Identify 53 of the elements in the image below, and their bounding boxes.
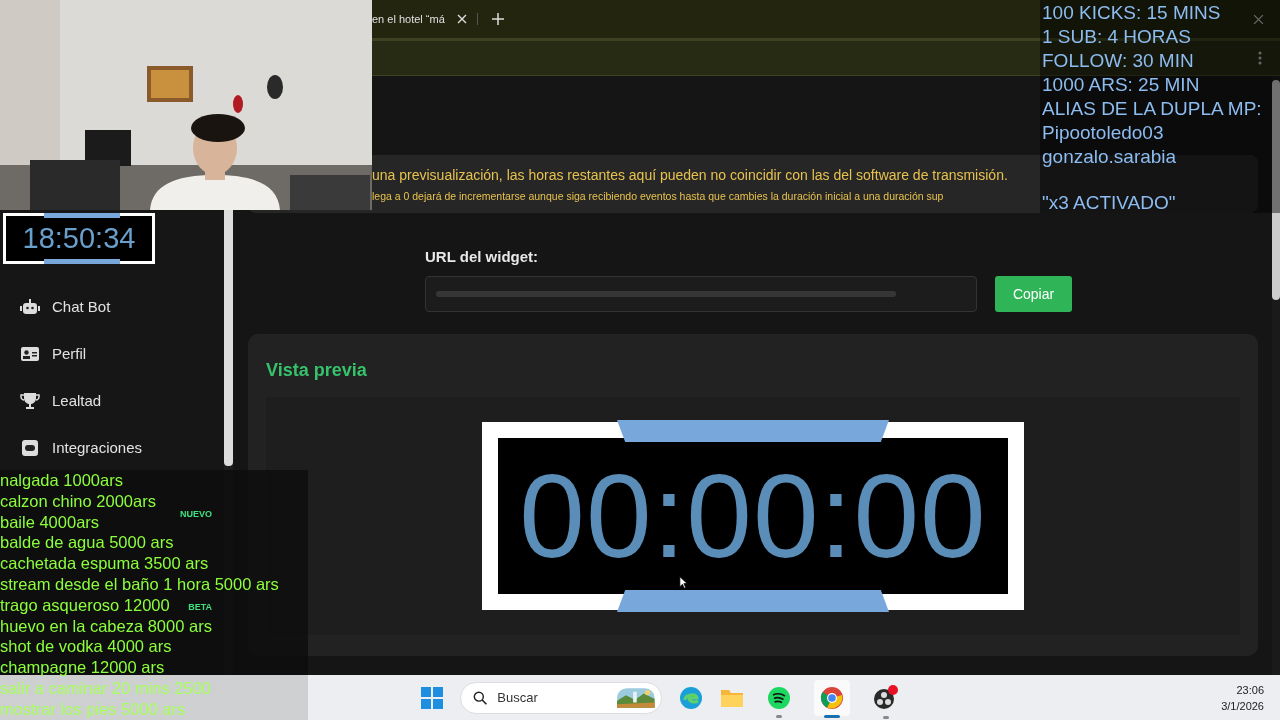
close-icon[interactable]: [456, 14, 467, 24]
badge-label: BETA: [188, 602, 212, 614]
sidebar-item[interactable]: Perfil: [20, 330, 224, 377]
music-app-icon[interactable]: [767, 685, 791, 710]
sidebar-item[interactable]: Lealtad: [20, 377, 224, 424]
price-list-line: nalgada 1000ars: [0, 470, 123, 491]
id-card-icon: [20, 344, 40, 363]
overlay-text: FOLLOW: 30 MIN: [1041, 49, 1194, 73]
overlay-text: Pipootoledo03: [1041, 121, 1164, 145]
notice-text: una previsualización, las horas restantes aquí pueden no coincidir con las del software de transmisión.: [372, 167, 1009, 183]
menu-icon[interactable]: [1258, 51, 1262, 65]
price-list-line: trago asqueroso 12000: [0, 594, 170, 616]
chat-bubble-icon: [20, 438, 40, 457]
overlay-text: 1000 ARS: 25 MIN: [1041, 73, 1200, 97]
price-list-line: salir a caminar 20 mins 2500: [0, 677, 211, 699]
overlay-text: gonzalo.sarabia: [1041, 145, 1177, 169]
notice-text: lega a 0 dejará de incrementarse aunque siga recibiendo eventos hasta que cambies la duración inicial a una duración sup: [372, 190, 945, 202]
overlay-text: 1 SUB: 4 HORAS: [1041, 25, 1191, 49]
price-list-line: champagne 12000 ars: [0, 657, 165, 678]
clock-date: 3/1/2026: [1221, 698, 1264, 714]
price-list-line: cachetada espuma 3500 ars: [0, 553, 209, 574]
overlay-text: ALIAS DE LA DUPLA MP:: [1041, 97, 1262, 121]
stream-timer: 18:50:34: [22, 222, 136, 255]
swirl-app-icon[interactable]: [679, 685, 703, 710]
cursor-icon: [679, 576, 688, 589]
scrollbar-thumb[interactable]: [1272, 80, 1280, 300]
price-list-line: calzon chino 2000ars: [0, 490, 156, 512]
price-list-line: balde de agua 5000 ars: [0, 532, 174, 554]
badge-label: NUEVO: [180, 509, 212, 521]
card-title: Vista previa: [266, 360, 368, 381]
recording-app-icon[interactable]: [873, 684, 899, 711]
overlay-text: 100 KICKS: 15 MINS: [1041, 1, 1221, 25]
field-label: URL del widget:: [425, 248, 540, 265]
price-list-line: baile 4000ars: [0, 511, 100, 533]
round-browser-icon[interactable]: [820, 685, 844, 710]
price-list-line: stream desde el baño 1 hora 5000 ars: [0, 574, 279, 595]
overlay-text: "x3 ACTIVADO": [1041, 191, 1176, 215]
url-field[interactable]: [425, 276, 977, 312]
timer-display: 00:00:00: [519, 457, 987, 575]
start-icon[interactable]: [421, 686, 443, 709]
price-list-line: huevo en la cabeza 8000 ars: [0, 615, 212, 637]
sidebar-item[interactable]: Chat Bot: [20, 283, 224, 330]
clock-time: 23:06: [1236, 682, 1264, 698]
robot-icon: [20, 297, 40, 316]
search-bar[interactable]: Buscar: [460, 681, 662, 714]
search-input[interactable]: Buscar: [495, 689, 610, 706]
price-list-line: mostrar los pies 5000 ars: [0, 698, 186, 720]
price-list-line: shot de vodka 4000 ars: [0, 636, 172, 658]
search-icon: [473, 689, 488, 706]
trophy-icon: [20, 391, 40, 410]
new-tab-icon[interactable]: [491, 13, 504, 25]
blurred-url-icon: [436, 289, 896, 299]
sidebar-item[interactable]: Integraciones: [20, 424, 224, 471]
